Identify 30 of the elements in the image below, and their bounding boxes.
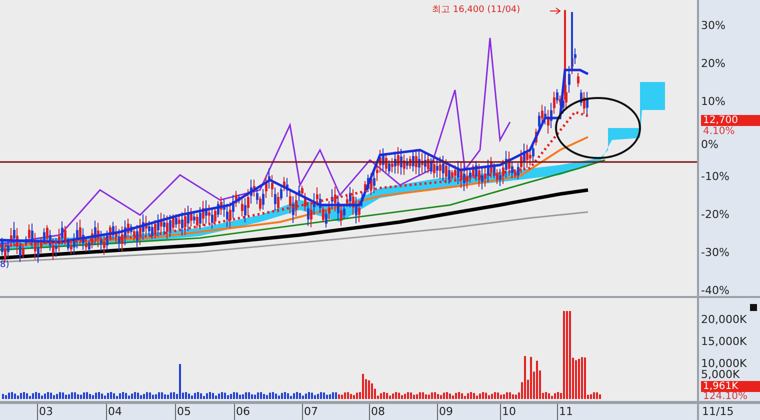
month-label: 06 [234,404,250,420]
axis-tick-label: 10,000K [701,358,747,370]
month-label: 03 [37,404,53,420]
axis-tick-label: -10% [701,171,730,183]
month-label: 09 [437,404,453,420]
axis-tick-label: 15,000K [701,336,747,348]
month-label: 11 [557,404,573,420]
month-label: 07 [302,404,318,420]
current-volume-tag: 1,961K [701,381,760,392]
axis-tick-label: 10% [701,96,726,108]
axis-tick-label: 30% [701,20,726,32]
edge-label: 8) [0,260,10,271]
high-price-label: 최고 16,400 (11/04) [432,5,520,16]
month-label: 05 [175,404,191,420]
axis-tick-label: 20% [701,58,726,70]
axis-tick-label: -40% [701,285,730,297]
current-price-tag: 12,700 [701,115,760,126]
month-label: 08 [369,404,385,420]
last-date-label: 11/15 [697,403,760,420]
minimize-icon[interactable] [750,304,757,311]
change-label: 4.10% [702,126,736,137]
axis-tick-label: 5,000K [701,369,740,381]
month-label: 10 [500,404,516,420]
volume-change-label: 124.10% [702,391,748,402]
axis-tick-label: 20,000K [701,314,747,326]
axis-tick-label: 0% [701,139,718,151]
axis-tick-label: -30% [701,247,730,259]
month-label: 04 [106,404,122,420]
arrow-icon [550,7,562,15]
axis-tick-label: -20% [701,209,730,221]
